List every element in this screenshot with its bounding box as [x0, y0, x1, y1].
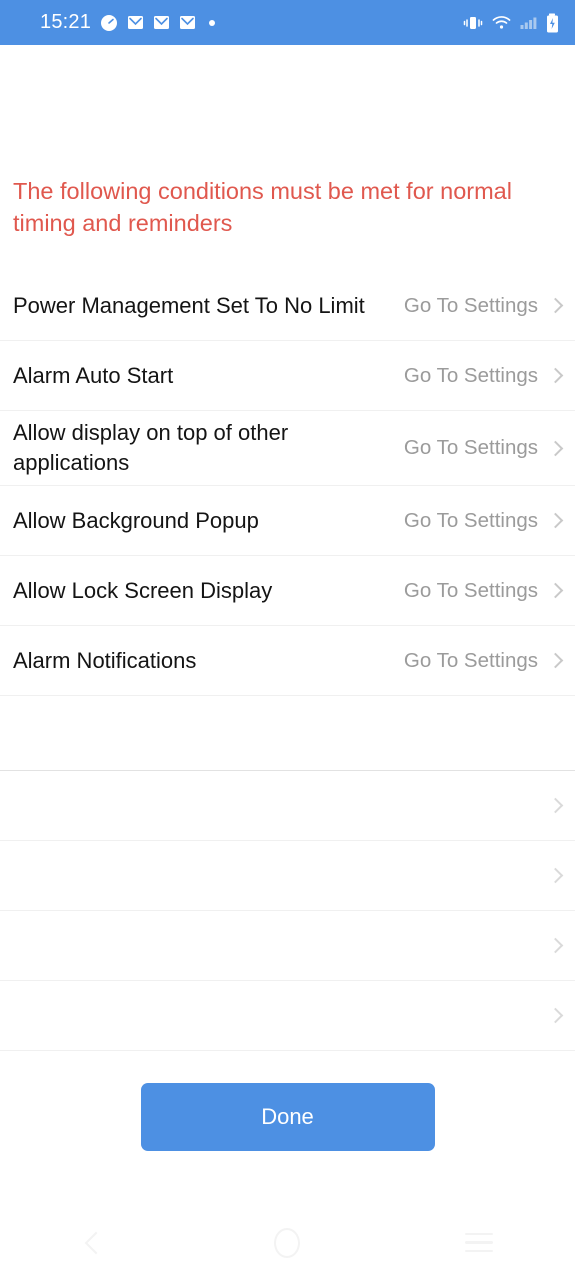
status-bar: 15:21	[0, 0, 575, 45]
footer: Done	[0, 1051, 575, 1151]
chevron-right-icon	[547, 867, 564, 884]
list-item-label: Alarm Notifications	[13, 647, 197, 673]
dot-indicator-icon	[209, 19, 216, 26]
home-icon	[274, 1227, 301, 1258]
wifi-icon	[492, 16, 511, 29]
go-to-settings-label: Go To Settings	[403, 436, 538, 459]
go-to-settings-label: Go To Settings	[403, 648, 538, 672]
list-item-action[interactable]	[538, 1007, 564, 1024]
mail-icon	[128, 16, 144, 29]
warning-spacer	[0, 239, 575, 271]
list-item-action[interactable]: Go To Settings	[403, 293, 564, 318]
clock-icon	[101, 14, 118, 31]
chevron-right-icon	[547, 512, 564, 529]
go-to-settings-label: Go To Settings	[403, 293, 538, 317]
top-spacer	[0, 45, 575, 175]
chevron-right-icon	[547, 440, 564, 456]
list-item-empty[interactable]	[0, 771, 575, 841]
list-item-label: Allow display on top of other applicatio…	[13, 420, 289, 475]
nav-recents-button[interactable]	[434, 1217, 524, 1269]
android-navigation-bar	[0, 1205, 575, 1280]
battery-charging-icon	[547, 13, 558, 32]
list-item-label: Alarm Auto Start	[13, 362, 174, 388]
mail-icon	[154, 16, 170, 29]
chevron-right-icon	[547, 1007, 564, 1024]
chevron-right-icon	[547, 652, 564, 669]
list-item[interactable]: Allow Background Popup Go To Settings	[0, 486, 575, 556]
list-item[interactable]: Allow Lock Screen Display Go To Settings	[0, 556, 575, 626]
list-spacer-row	[0, 696, 575, 771]
list-item-label: Allow Background Popup	[13, 507, 259, 533]
signal-icon	[520, 17, 537, 29]
list-item-action[interactable]	[538, 937, 564, 954]
done-button[interactable]: Done	[140, 1083, 435, 1151]
list-item-action[interactable]: Go To Settings	[403, 508, 564, 533]
chevron-right-icon	[547, 937, 564, 954]
list-item-empty[interactable]	[0, 981, 575, 1051]
phone-screen: 15:21 The following conditions must be m…	[0, 0, 575, 1280]
list-item-action[interactable]: Go To Settings	[403, 436, 564, 460]
list-item-action[interactable]: Go To Settings	[403, 648, 564, 673]
nav-home-button[interactable]	[242, 1217, 332, 1269]
list-item[interactable]: Alarm Auto Start Go To Settings	[0, 341, 575, 411]
chevron-right-icon	[547, 582, 564, 599]
list-item[interactable]: Alarm Notifications Go To Settings	[0, 626, 575, 696]
list-item[interactable]: Power Management Set To No Limit Go To S…	[0, 271, 575, 341]
mail-icon	[180, 16, 196, 29]
list-item-label: Power Management Set To No Limit	[13, 292, 365, 318]
list-item-action[interactable]: Go To Settings	[403, 578, 564, 603]
list-item-action[interactable]: Go To Settings	[403, 363, 564, 388]
back-icon	[84, 1231, 108, 1254]
chevron-right-icon	[547, 367, 564, 384]
vibrate-icon	[463, 16, 483, 29]
go-to-settings-label: Go To Settings	[403, 363, 538, 387]
status-bar-clock: 15:21	[40, 11, 92, 33]
list-item-label: Allow Lock Screen Display	[13, 577, 273, 603]
list-item-action[interactable]	[538, 867, 564, 884]
list-item[interactable]: Allow display on top of other applicatio…	[0, 411, 575, 486]
list-item-empty[interactable]	[0, 911, 575, 981]
go-to-settings-label: Go To Settings	[403, 578, 538, 602]
warning-message: The following conditions must be met for…	[13, 178, 512, 236]
list-item-empty[interactable]	[0, 841, 575, 911]
permission-list: Power Management Set To No Limit Go To S…	[0, 271, 575, 1051]
status-bar-right	[463, 13, 559, 33]
recents-icon	[465, 1232, 494, 1253]
list-item-action[interactable]	[538, 797, 564, 814]
go-to-settings-label: Go To Settings	[403, 508, 538, 532]
chevron-right-icon	[547, 797, 564, 814]
chevron-right-icon	[547, 297, 564, 314]
nav-back-button[interactable]	[51, 1217, 141, 1269]
status-bar-left: 15:21	[40, 11, 216, 34]
